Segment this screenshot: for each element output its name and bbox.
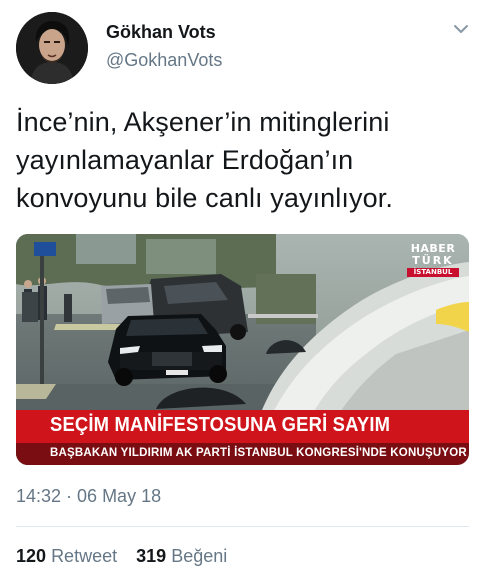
retweet-stat[interactable]: 120 Retweet [16,546,117,566]
tweet-text: İnce’nin, Akşener’in mitinglerini yayınl… [16,103,471,217]
tweet-text-line: yayınlamayanlar Erdoğan’ın [16,145,354,175]
like-label: Beğeni [171,546,228,566]
banner-title: SEÇİM MANİFESTOSUNA GERİ SAYIM [50,414,391,436]
logo-line-2: TÜRK [412,254,454,267]
haberturk-logo: HABER TÜRK İSTANBUL [407,243,459,277]
chevron-down-icon[interactable] [452,22,470,36]
tweet-text-line: konvoyunu bile canlı yayınlıyor. [16,183,393,213]
engagement-stats: 120 Retweet 319 Beğeni [16,546,241,567]
profile-photo-icon [16,12,88,84]
tweet-card: Gökhan Vots @GokhanVots İnce’nin, Akşene… [0,0,485,576]
divider [16,526,469,527]
like-count: 319 [136,546,167,566]
news-banner-subtitle: BAŞBAKAN YILDIRIM AK PARTİ İSTANBUL KONG… [16,443,469,465]
retweet-label: Retweet [51,546,118,566]
user-handle[interactable]: @GokhanVots [106,50,222,71]
banner-subtitle-text: BAŞBAKAN YILDIRIM AK PARTİ İSTANBUL KONG… [50,447,467,459]
logo-line-3: İSTANBUL [407,268,459,277]
news-banner: SEÇİM MANİFESTOSUNA GERİ SAYIM [16,410,469,443]
tweet-text-line: İnce’nin, Akşener’in mitinglerini [16,107,390,137]
tweet-media-image[interactable]: HABER TÜRK İSTANBUL SEÇİM MANİFESTOSUNA … [16,234,469,465]
avatar[interactable] [16,12,88,84]
tweet-timestamp[interactable]: 14:32 · 06 May 18 [16,486,161,507]
retweet-count: 120 [16,546,47,566]
like-stat[interactable]: 319 Beğeni [136,546,227,566]
display-name[interactable]: Gökhan Vots [106,22,216,43]
